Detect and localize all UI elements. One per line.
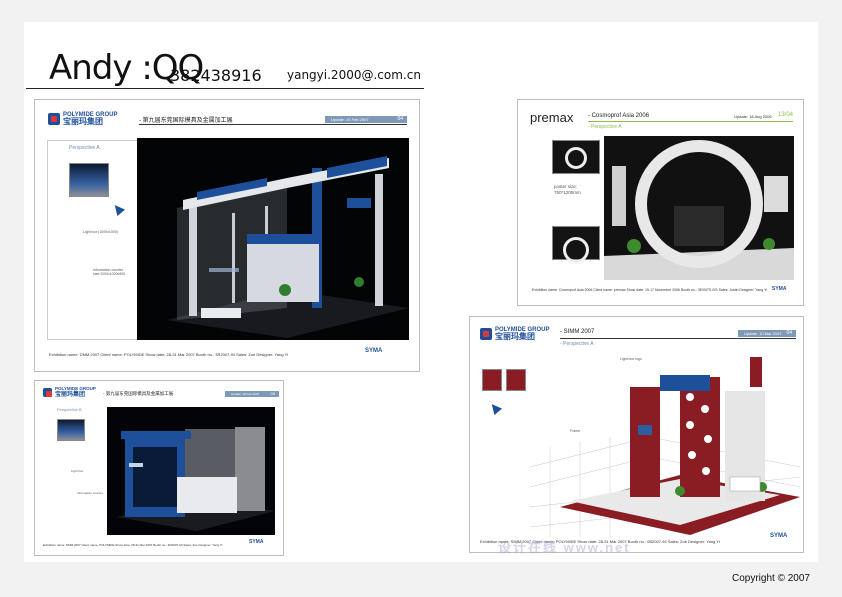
panel-title: - Cosmoprof Asia 2006 (588, 113, 650, 119)
booth-render-svg (117, 427, 275, 531)
booth-thumbnail[interactable] (57, 419, 85, 441)
polymide-logo: POLYMIDE GROUP 宝丽玛集团 (48, 112, 117, 126)
syma-logo: SYMA (249, 539, 264, 545)
polymide-logo-icon (43, 387, 52, 397)
polymide-logo-icon (48, 113, 60, 125)
perspective-label: Perspective B (57, 407, 82, 412)
booth-render-premax[interactable] (604, 136, 794, 280)
booth-render-simm[interactable] (530, 347, 800, 541)
panel-title: - SIMM 2007 (560, 329, 595, 335)
polymide-logo-cn: 宝丽玛集团 (63, 117, 103, 126)
panel-polymide-dmm-a[interactable]: POLYMIDE GROUP 宝丽玛集团 - 第九届东莞国际模具及金属加工展 U… (34, 99, 420, 372)
info-counter-label: Information counter size:2000x1000x900 (93, 268, 126, 276)
polymide-logo-en: POLYMIDE GROUP (55, 386, 96, 391)
polymide-logo: POLYMIDE GROUP 宝丽玛集团 (480, 327, 549, 341)
booth-render-a[interactable] (137, 138, 409, 340)
panel-footer: Exhibition name: DMM 2007 Client name: P… (43, 543, 223, 547)
page-tag-date: Update: 10 Feb 2007 (331, 117, 369, 122)
syma-logo: SYMA (365, 348, 383, 354)
page-tag: Update: 10 Feb 2007 04 (325, 116, 407, 123)
arrow-cursor-icon (487, 400, 503, 416)
title-rule (588, 121, 793, 122)
booth-render-svg (530, 357, 800, 537)
booth-render-svg (167, 156, 409, 338)
page-tag: Update: 10 Feb 2007 05 (225, 391, 279, 397)
panel-polymide-simm[interactable]: POLYMIDE GROUP 宝丽玛集团 - SIMM 2007 Update:… (469, 316, 804, 553)
page-number: 05 (270, 391, 275, 396)
info-counter-label: Information counter (77, 491, 103, 495)
author-email: yangyi.2000@.com.cn (287, 68, 421, 82)
light-box-label: Light box (71, 469, 84, 473)
booth-thumbnail-bottom[interactable] (552, 226, 600, 263)
frame-label: Frame (570, 429, 581, 433)
premax-logo: premax (530, 110, 574, 125)
polymide-logo: POLYMIDE GROUP 宝丽玛集团 (43, 386, 96, 398)
booth-render-b[interactable] (107, 407, 275, 535)
panel-footer: Exhibition name: DMM 2007 Client name: P… (49, 352, 289, 357)
booth-thumbnail[interactable] (69, 163, 109, 197)
poster-size-value: 750*1200mm (554, 190, 581, 195)
header-divider (26, 88, 424, 89)
syma-logo: SYMA (772, 286, 787, 292)
page-tag: Update: 10 Mar 2007 04 (738, 330, 796, 337)
panel-title: - 第九届东莞国际模具及金属加工展 (103, 391, 174, 396)
perspective-label: - Perspective A (588, 124, 622, 130)
page-tag-date: Update: 10 Mar 2007 (744, 331, 782, 336)
panel-polymide-dmm-b[interactable]: POLYMIDE GROUP 宝丽玛集团 - 第九届东莞国际模具及金属加工展 U… (34, 380, 284, 556)
booth-render-svg (604, 136, 794, 280)
panel-title: - 第九届东莞国际模具及金属加工展 (139, 118, 233, 124)
page-number: 04 (786, 330, 792, 336)
perspective-label: Perspective A (69, 145, 100, 151)
page-number: 04 (397, 116, 403, 122)
page-number: 13/04 (778, 112, 794, 118)
page-tag-date: Update: 10 Feb 2007 (231, 392, 260, 396)
panel-footer: Exhibition name: Cosmoprof Asia 2006 Cli… (532, 288, 768, 292)
booth-thumbnail-2[interactable] (506, 369, 526, 391)
light-box-label: Light box (1000x1000) (83, 230, 118, 234)
light-box-logo-label: Light box logo (620, 357, 642, 361)
watermark: 设计在线 www.net (498, 540, 631, 555)
polymide-logo-cn: 宝丽玛集团 (55, 391, 86, 398)
polymide-logo-cn: 宝丽玛集团 (495, 332, 535, 341)
page-tag-date: Update: 18 Aug 2006 (734, 114, 772, 119)
copyright-text: Copyright © 2007 (732, 573, 810, 584)
title-rule (139, 124, 407, 125)
title-rule (560, 338, 796, 339)
booth-thumbnail-top[interactable] (552, 140, 600, 174)
syma-logo: SYMA (770, 533, 788, 539)
panel-premax-cosmoprof[interactable]: premax - Cosmoprof Asia 2006 Update: 18 … (517, 99, 804, 306)
booth-thumbnail-1[interactable] (482, 369, 502, 391)
qq-number: 382438916 (170, 66, 262, 85)
poster-size-label: poster size: (554, 184, 578, 189)
polymide-logo-icon (480, 328, 492, 340)
